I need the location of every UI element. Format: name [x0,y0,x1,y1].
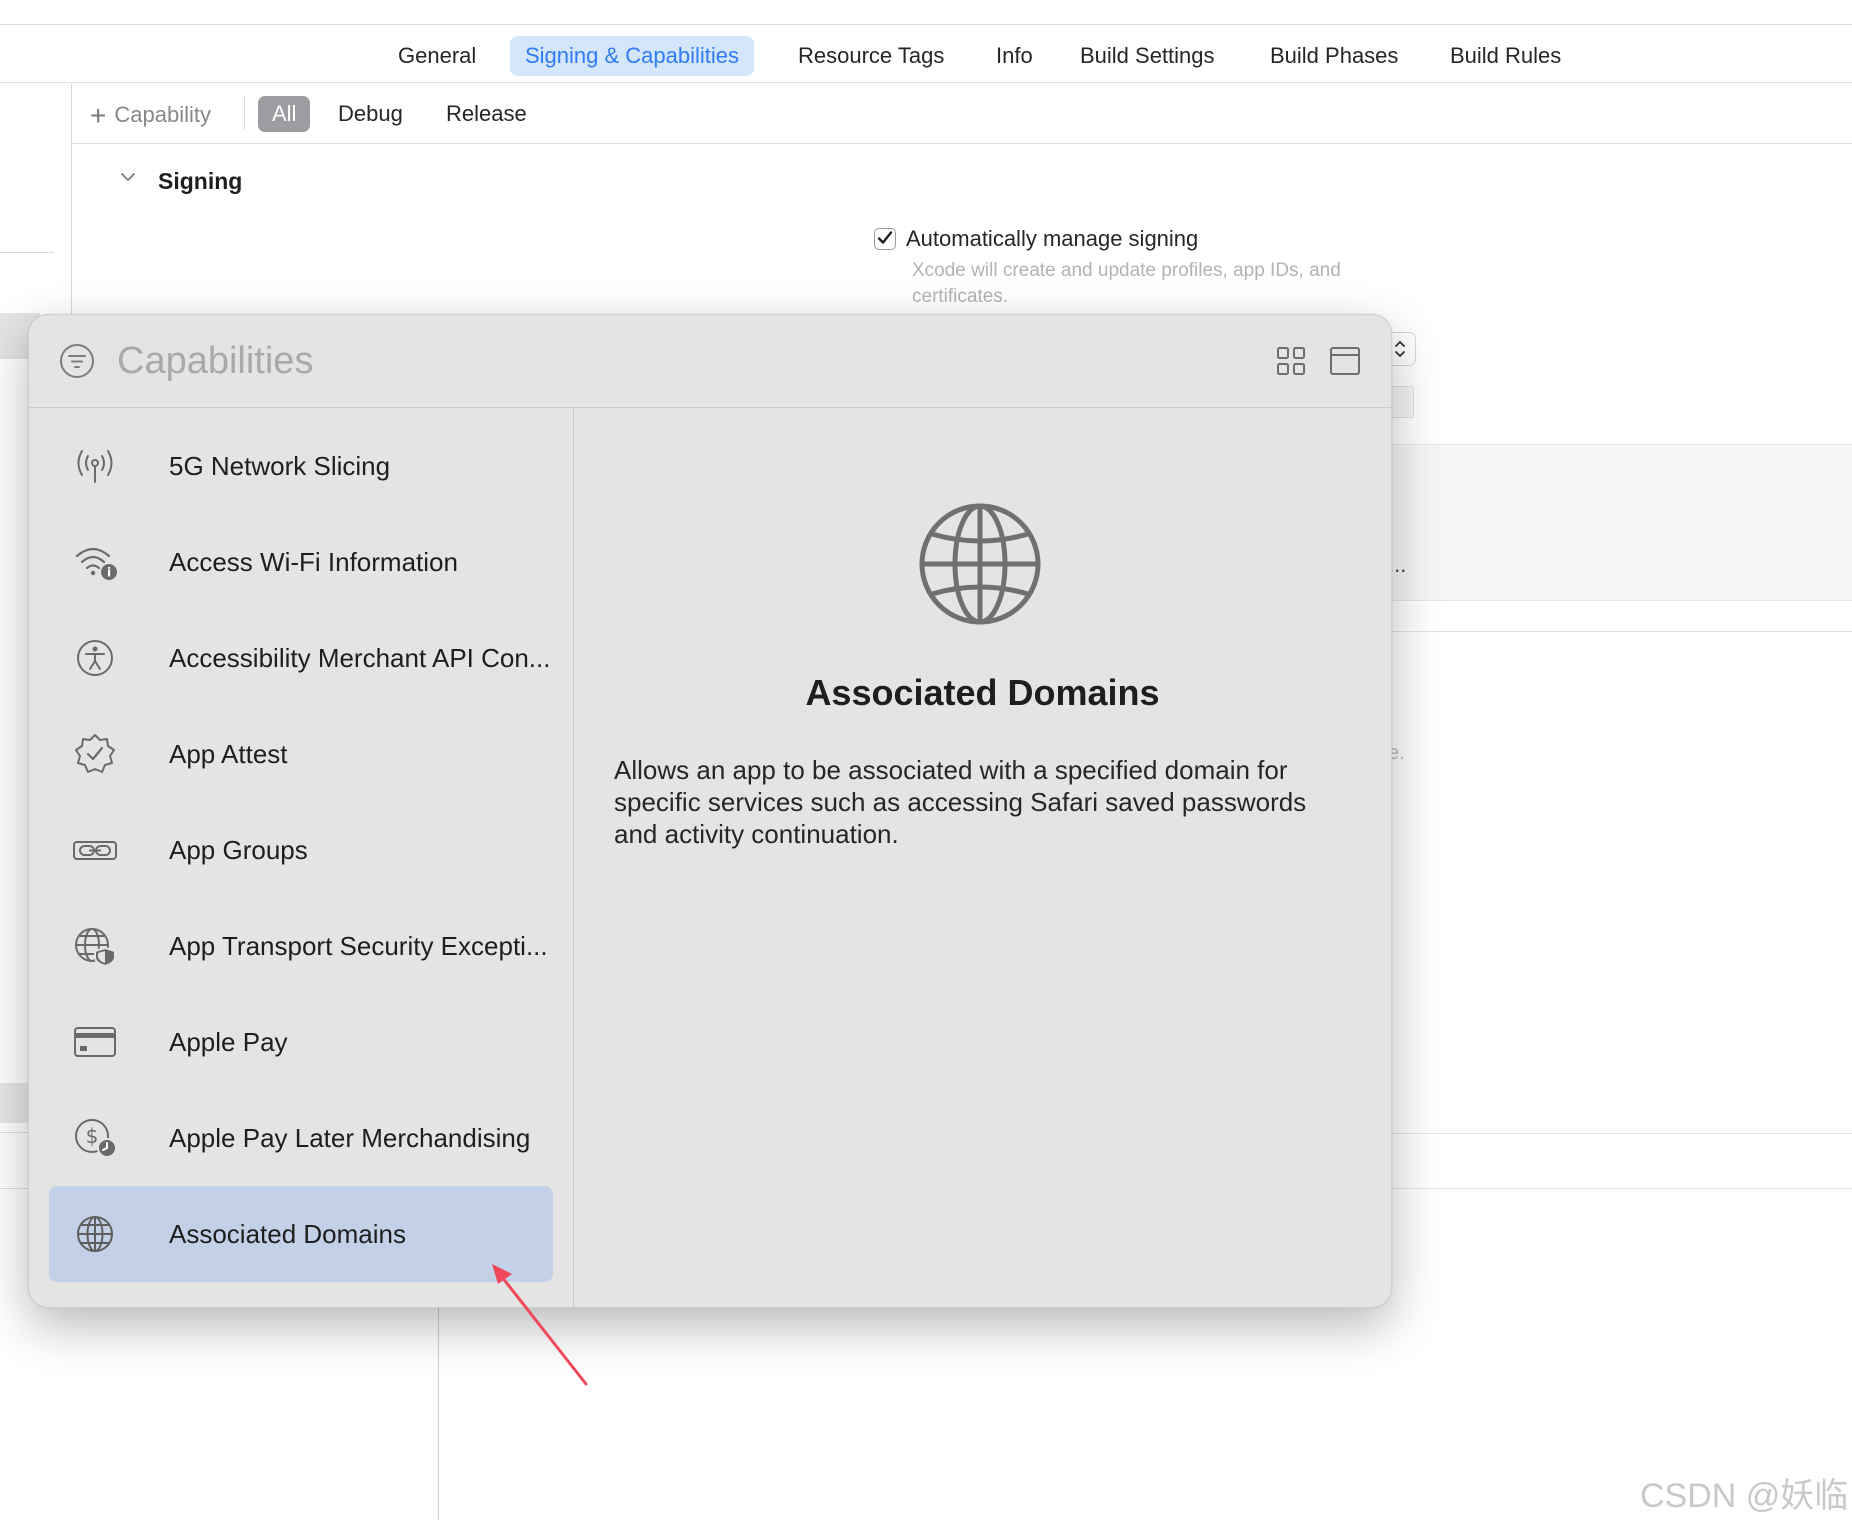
column-divider [438,1306,439,1520]
popover-header [29,315,1391,408]
capability-detail-pane: Associated Domains Allows an app to be a… [574,408,1391,1307]
filter-separator [244,96,245,130]
signing-section-title: Signing [158,168,243,194]
sidebar-row-divider [0,252,54,253]
checkmark-seal-icon [75,734,115,773]
tab-bar-divider [0,82,1852,83]
plus-icon: + [90,100,107,131]
filter-release-button[interactable]: Release [446,96,527,132]
capability-item[interactable]: i Access Wi-Fi Information [49,514,553,610]
auto-manage-signing-checkbox[interactable] [874,228,896,250]
capabilities-search-input[interactable] [117,337,1017,385]
capability-detail-description: Allows an app to be associated with a sp… [614,755,1307,849]
globe-icon [919,503,1041,625]
capability-label: App Transport Security Excepti... [169,931,548,961]
filter-bar-divider [72,143,1852,144]
tab-general[interactable]: General [398,36,476,76]
filter-icon[interactable] [59,343,95,379]
tab-build-settings[interactable]: Build Settings [1080,36,1215,76]
auto-manage-signing-help: Xcode will create and update profiles, a… [912,260,1341,307]
add-capability-label: Capability [114,102,211,127]
svg-text:$: $ [86,1124,99,1148]
link-icon [73,841,117,860]
capability-label: Associated Domains [169,1219,406,1249]
capability-label: App Attest [169,739,288,769]
svg-text:i: i [107,566,111,580]
tab-build-rules[interactable]: Build Rules [1450,36,1561,76]
capabilities-popover: 5G Network Slicing i Access Wi-Fi Inform… [28,314,1392,1308]
editor-tab-bar: General Signing & Capabilities Resource … [0,26,1852,82]
antenna-icon [77,450,113,483]
capability-item[interactable]: Accessibility Merchant API Con... [49,610,553,706]
section-divider [1384,631,1852,632]
capability-item[interactable]: $ Apple Pay Later Merchandising [49,1090,553,1186]
wifi-info-icon: i [75,547,117,580]
tab-signing-capabilities[interactable]: Signing & Capabilities [510,36,755,76]
filter-debug-button[interactable]: Debug [338,96,403,132]
chevron-down-icon[interactable] [121,170,135,184]
section-divider [1384,1133,1852,1134]
tab-info[interactable]: Info [996,36,1033,76]
capability-label: Access Wi-Fi Information [169,547,458,577]
provisioning-profile-band [1384,444,1852,601]
detail-panel-icon[interactable] [1329,345,1361,377]
filter-all-button[interactable]: All [258,96,311,132]
add-capability-button[interactable]: + Capability [90,100,211,132]
auto-manage-signing-label: Automatically manage signing [906,226,1199,251]
capabilities-list: 5G Network Slicing i Access Wi-Fi Inform… [29,408,573,1307]
capability-label: Apple Pay Later Merchandising [169,1123,531,1153]
capability-item[interactable]: App Attest [49,706,553,802]
dollar-clock-icon: $ [75,1119,117,1158]
watermark: CSDN @妖临 [1640,1477,1849,1515]
capability-item[interactable]: App Transport Security Excepti... [49,898,553,994]
capability-label: App Groups [169,835,308,865]
credit-card-icon [74,1027,116,1057]
capability-filter-bar: + Capability All Debug Release [72,84,1852,144]
capability-detail-title: Associated Domains [805,672,1160,713]
capability-label: Accessibility Merchant API Con... [169,643,551,673]
capability-item[interactable]: App Groups [49,802,553,898]
capability-item-selected[interactable]: Associated Domains [49,1186,553,1282]
accessibility-icon [77,640,113,676]
tab-build-phases[interactable]: Build Phases [1270,36,1398,76]
checkmark-icon [877,231,893,244]
annotation-arrow [492,1264,588,1386]
tab-resource-tags[interactable]: Resource Tags [798,36,944,76]
capability-label: 5G Network Slicing [169,451,391,481]
capability-item[interactable]: 5G Network Slicing [49,418,553,514]
grid-view-icon[interactable] [1275,345,1307,377]
top-divider [0,24,1852,25]
globe-shield-icon [75,928,116,966]
section-divider [1384,1188,1852,1189]
capability-item[interactable]: Apple Pay [49,994,553,1090]
globe-icon [77,1216,113,1252]
capability-label: Apple Pay [169,1027,288,1057]
